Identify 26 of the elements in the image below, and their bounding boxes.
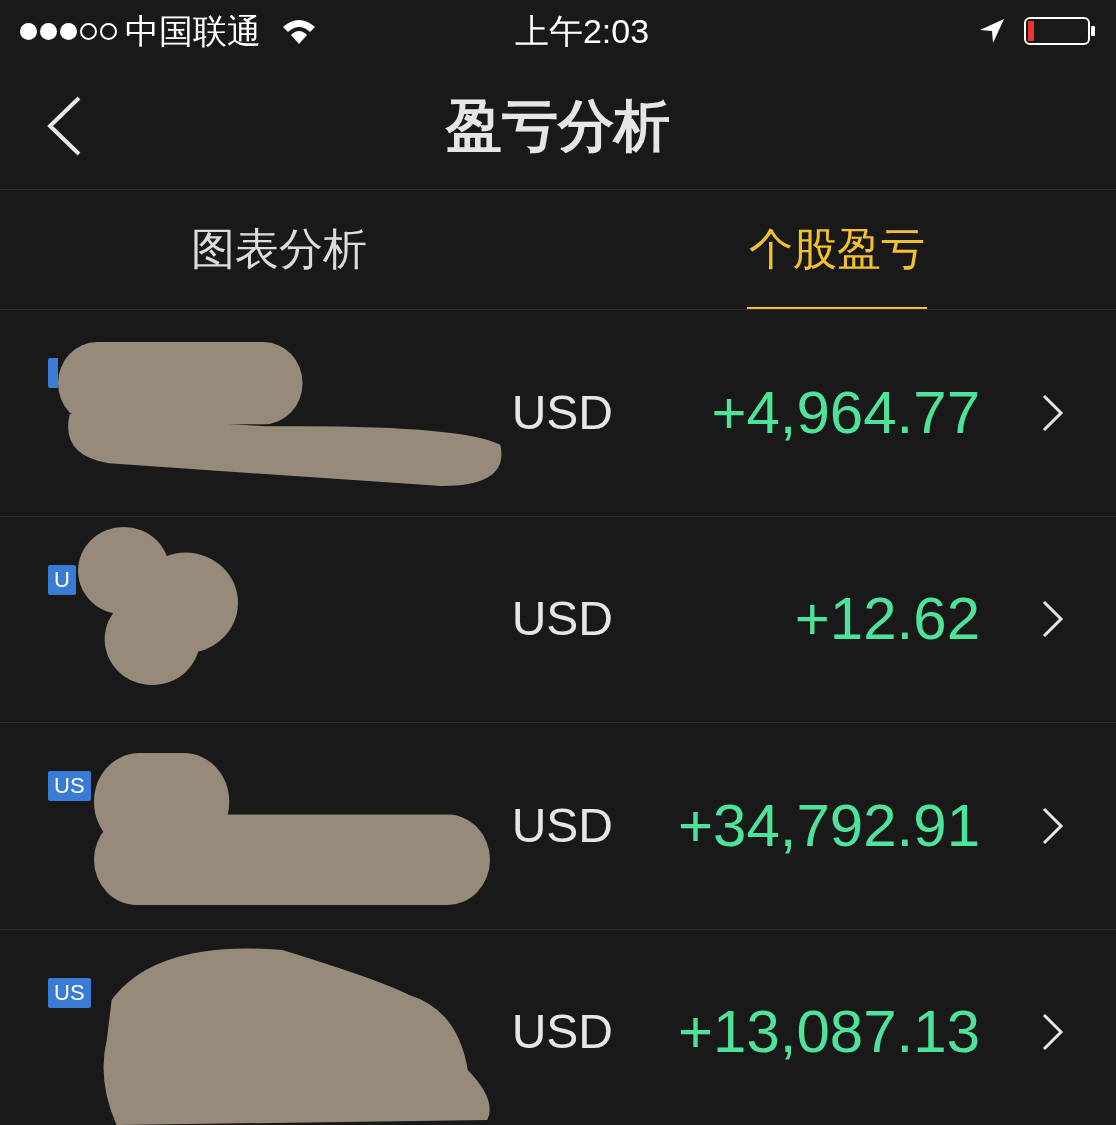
chevron-right-icon[interactable] [1042, 393, 1064, 432]
tab[interactable]: 图表分析 [189, 190, 369, 309]
currency-label: USD [511, 384, 613, 441]
signal-icon [20, 22, 117, 40]
battery-icon [1024, 16, 1096, 46]
market-badge: US [48, 977, 91, 1008]
tab[interactable]: 个股盈亏 [747, 190, 927, 309]
page-title: 盈亏分析 [446, 92, 670, 159]
chevron-right-icon[interactable] [1042, 1013, 1064, 1052]
location-arrow-icon [978, 17, 1006, 45]
currency-label: USD [511, 1004, 613, 1061]
status-time: 上午2:03 [513, 10, 651, 52]
profit-amount: +34,792.91 [678, 790, 980, 861]
profit-amount: +13,087.13 [678, 997, 980, 1068]
back-icon[interactable] [46, 95, 82, 156]
wifi-icon [281, 17, 317, 45]
profit-amount: +4,964.77 [711, 377, 980, 448]
chevron-right-icon[interactable] [1042, 806, 1064, 845]
carrier-name: 中国联通 [125, 10, 261, 52]
currency-label: USD [511, 797, 613, 854]
chevron-right-icon[interactable] [1042, 600, 1064, 639]
currency-label: USD [511, 591, 613, 648]
market-badge [48, 358, 58, 388]
market-badge: US [48, 771, 91, 801]
profit-amount: +12.62 [794, 584, 980, 655]
market-badge: U [48, 564, 76, 595]
